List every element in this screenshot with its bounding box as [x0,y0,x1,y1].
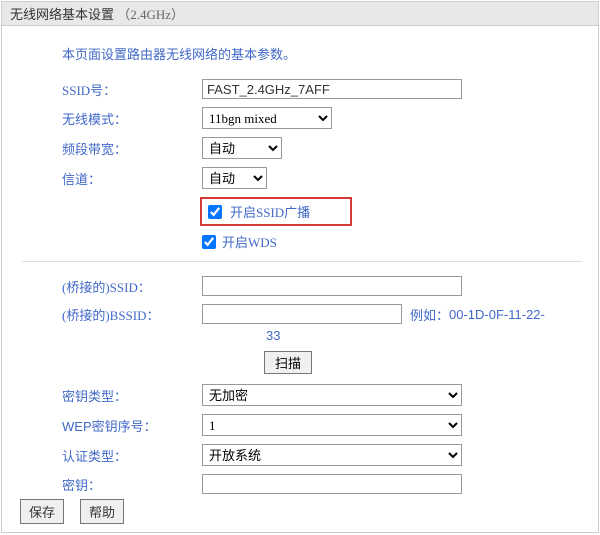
help-button[interactable]: 帮助 [80,499,124,524]
channel-label: 信道： [62,169,202,188]
bridge-bssid-input[interactable] [202,304,402,324]
wds-label: 开启WDS [222,232,277,251]
key-input[interactable] [202,474,462,494]
save-button[interactable]: 保存 [20,499,64,524]
wep-index-select[interactable]: 1 [202,414,462,436]
divider [22,261,582,262]
intro-text: 本页面设置路由器无线网络的基本参数。 [62,44,588,63]
ssid-broadcast-checkbox[interactable] [208,205,222,219]
bridge-ssid-input[interactable] [202,276,462,296]
scan-button[interactable]: 扫描 [264,351,312,374]
ssid-label: SSID号： [62,80,202,99]
key-label: 密钥： [62,475,202,494]
bridge-bssid-label: (桥接的)BSSID： [62,305,202,324]
wep-index-label: WEP密钥序号： [62,416,202,435]
bssid-hint-prefix: 例如： [410,305,449,324]
panel-title: 无线网络基本设置 [10,7,114,22]
band-select[interactable]: 自动 [202,137,282,159]
bssid-hint-value: 00-1D-0F-11-22- [449,307,545,322]
channel-select[interactable]: 自动 [202,167,267,189]
ssid-broadcast-label: 开启SSID广播 [230,202,310,221]
mode-select[interactable]: 11bgn mixed [202,107,332,129]
auth-type-select[interactable]: 开放系统 [202,444,462,466]
panel-header: 无线网络基本设置 （2.4GHz） [2,2,598,26]
bssid-hint-continuation: 33 [266,328,588,343]
panel-frequency: （2.4GHz） [117,7,184,22]
wds-checkbox[interactable] [202,235,216,249]
key-type-label: 密钥类型： [62,386,202,405]
auth-type-label: 认证类型： [62,446,202,465]
mode-label: 无线模式： [62,109,202,128]
bridge-ssid-label: (桥接的)SSID： [62,277,202,296]
band-label: 频段带宽： [62,139,202,158]
ssid-input[interactable] [202,79,462,99]
ssid-broadcast-highlight: 开启SSID广播 [200,197,352,226]
key-type-select[interactable]: 无加密 [202,384,462,406]
